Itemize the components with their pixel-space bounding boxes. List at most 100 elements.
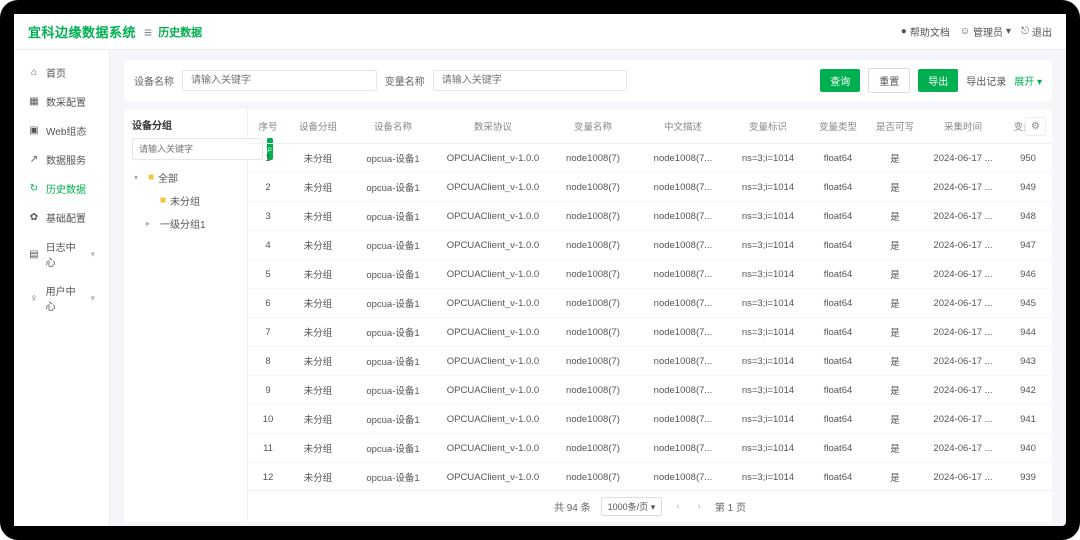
prev-page-button[interactable]: ‹ <box>672 501 683 512</box>
table-cell: node1008(7... <box>638 144 728 173</box>
table-cell: OPCUAClient_v-1.0.0 <box>438 202 548 231</box>
table-cell: node1008(7) <box>548 173 638 202</box>
table-row[interactable]: 5未分组opcua-设备1OPCUAClient_v-1.0.0node1008… <box>248 260 1052 289</box>
tree-node-0[interactable]: ▾■全部 <box>132 166 239 189</box>
table-row[interactable]: 6未分组opcua-设备1OPCUAClient_v-1.0.0node1008… <box>248 289 1052 318</box>
tree-node-1[interactable]: ■未分组 <box>132 189 239 212</box>
sidebar-item-5[interactable]: ✿基础配置 <box>14 203 109 232</box>
sidebar-item-7[interactable]: ♀用户中心▾ <box>14 276 109 320</box>
sidebar-item-6[interactable]: ▤日志中心▾ <box>14 232 109 276</box>
sidebar-item-label: 数据服务 <box>46 152 86 167</box>
table-cell: node1008(7) <box>548 289 638 318</box>
search-toolbar: 设备名称 变量名称 查询 重置 导出 导出记录 展开 ▾ <box>124 60 1052 101</box>
table-cell: 12 <box>248 463 288 491</box>
table-cell: 948 <box>1004 202 1052 231</box>
table-cell: 2024-06-17 ... <box>922 376 1004 405</box>
table-cell: OPCUAClient_v-1.0.0 <box>438 347 548 376</box>
table-cell: 2024-06-17 ... <box>922 318 1004 347</box>
table-cell: node1008(7) <box>548 376 638 405</box>
tree-node-2[interactable]: ▸一级分组1 <box>132 212 239 235</box>
gear-icon: ⚙ <box>1031 121 1040 132</box>
table-cell: 是 <box>868 405 922 434</box>
table-cell: 2024-06-17 ... <box>922 434 1004 463</box>
table-cell: node1008(7... <box>638 202 728 231</box>
export-button[interactable]: 导出 <box>918 69 958 92</box>
table-cell: 2024-06-17 ... <box>922 144 1004 173</box>
sidebar-item-4[interactable]: ↻历史数据 <box>14 174 109 203</box>
table-cell: float64 <box>808 231 868 260</box>
table-cell: OPCUAClient_v-1.0.0 <box>438 463 548 491</box>
table-cell: node1008(7... <box>638 434 728 463</box>
sidebar-item-label: Web组态 <box>46 123 86 138</box>
table-settings-button[interactable]: ⚙ <box>1025 117 1046 136</box>
table-cell: float64 <box>808 144 868 173</box>
table-cell: 未分组 <box>288 434 348 463</box>
table-cell: 3 <box>248 202 288 231</box>
table-row[interactable]: 9未分组opcua-设备1OPCUAClient_v-1.0.0node1008… <box>248 376 1052 405</box>
tree-node-label: 未分组 <box>170 193 200 208</box>
tree-title: 设备分组 <box>132 117 239 132</box>
table-cell: node1008(7... <box>638 289 728 318</box>
sidebar-icon: ♀ <box>28 293 40 304</box>
sidebar-item-1[interactable]: ▦数采配置 <box>14 87 109 116</box>
table-row[interactable]: 2未分组opcua-设备1OPCUAClient_v-1.0.0node1008… <box>248 173 1052 202</box>
content-panel: 设备分组 ⌕ ▾■全部■未分组▸一级分组1 ⚙ 序号 <box>124 109 1052 522</box>
pagination: 共 94 条 1000条/页 ▾ ‹ › 第 1 页 <box>248 490 1052 522</box>
sidebar-item-2[interactable]: ▣Web组态 <box>14 116 109 145</box>
table-cell: 是 <box>868 463 922 491</box>
table-cell: 946 <box>1004 260 1052 289</box>
help-link[interactable]: ● 帮助文档 <box>901 24 950 39</box>
table-cell: opcua-设备1 <box>348 289 438 318</box>
table-cell: 8 <box>248 347 288 376</box>
tree-search-input[interactable] <box>132 138 263 160</box>
table-cell: 未分组 <box>288 376 348 405</box>
sidebar-item-label: 数采配置 <box>46 94 86 109</box>
table-cell: opcua-设备1 <box>348 231 438 260</box>
table-cell: node1008(7) <box>548 202 638 231</box>
table-cell: opcua-设备1 <box>348 202 438 231</box>
logout-label: 退出 <box>1032 24 1052 39</box>
query-button[interactable]: 查询 <box>820 69 860 92</box>
table-cell: node1008(7... <box>638 231 728 260</box>
table-row[interactable]: 11未分组opcua-设备1OPCUAClient_v-1.0.0node100… <box>248 434 1052 463</box>
table-row[interactable]: 12未分组opcua-设备1OPCUAClient_v-1.0.0node100… <box>248 463 1052 491</box>
variable-name-input[interactable] <box>433 70 628 91</box>
table-row[interactable]: 10未分组opcua-设备1OPCUAClient_v-1.0.0node100… <box>248 405 1052 434</box>
table-row[interactable]: 1未分组opcua-设备1OPCUAClient_v-1.0.0node1008… <box>248 144 1052 173</box>
table-cell: 未分组 <box>288 231 348 260</box>
table-cell: 945 <box>1004 289 1052 318</box>
table-row[interactable]: 3未分组opcua-设备1OPCUAClient_v-1.0.0node1008… <box>248 202 1052 231</box>
sidebar-icon: ▤ <box>28 249 40 260</box>
reset-button[interactable]: 重置 <box>868 68 910 93</box>
table-row[interactable]: 8未分组opcua-设备1OPCUAClient_v-1.0.0node1008… <box>248 347 1052 376</box>
table-cell: opcua-设备1 <box>348 434 438 463</box>
table-cell: 10 <box>248 405 288 434</box>
table-cell: float64 <box>808 289 868 318</box>
export-log-link[interactable]: 导出记录 <box>966 73 1006 88</box>
table-cell: float64 <box>808 202 868 231</box>
page-size-select[interactable]: 1000条/页 ▾ <box>601 497 663 516</box>
table-row[interactable]: 4未分组opcua-设备1OPCUAClient_v-1.0.0node1008… <box>248 231 1052 260</box>
table-cell: 2 <box>248 173 288 202</box>
table-cell: node1008(7... <box>638 318 728 347</box>
sidebar-item-label: 首页 <box>46 65 66 80</box>
next-page-button[interactable]: › <box>694 501 705 512</box>
user-menu[interactable]: ☺ 管理员 ▾ <box>960 24 1011 39</box>
help-icon: ● <box>901 26 907 37</box>
chevron-down-icon: ▾ <box>90 249 95 260</box>
table-cell: 未分组 <box>288 405 348 434</box>
expand-toggle[interactable]: 展开 ▾ <box>1014 73 1042 88</box>
logout-button[interactable]: ⎋ 退出 <box>1021 24 1052 39</box>
table-cell: 未分组 <box>288 144 348 173</box>
app-brand: 宜科边缘数据系统 <box>28 22 136 41</box>
table-cell: ns=3;i=1014 <box>728 347 808 376</box>
table-cell: float64 <box>808 260 868 289</box>
sidebar-item-3[interactable]: ↗数据服务 <box>14 145 109 174</box>
device-name-input[interactable] <box>182 70 377 91</box>
menu-toggle-icon[interactable]: ≡ <box>144 24 152 40</box>
table-cell: node1008(7) <box>548 318 638 347</box>
logout-icon: ⎋ <box>1021 26 1029 37</box>
table-cell: node1008(7... <box>638 405 728 434</box>
table-row[interactable]: 7未分组opcua-设备1OPCUAClient_v-1.0.0node1008… <box>248 318 1052 347</box>
sidebar-item-0[interactable]: ⌂首页 <box>14 58 109 87</box>
